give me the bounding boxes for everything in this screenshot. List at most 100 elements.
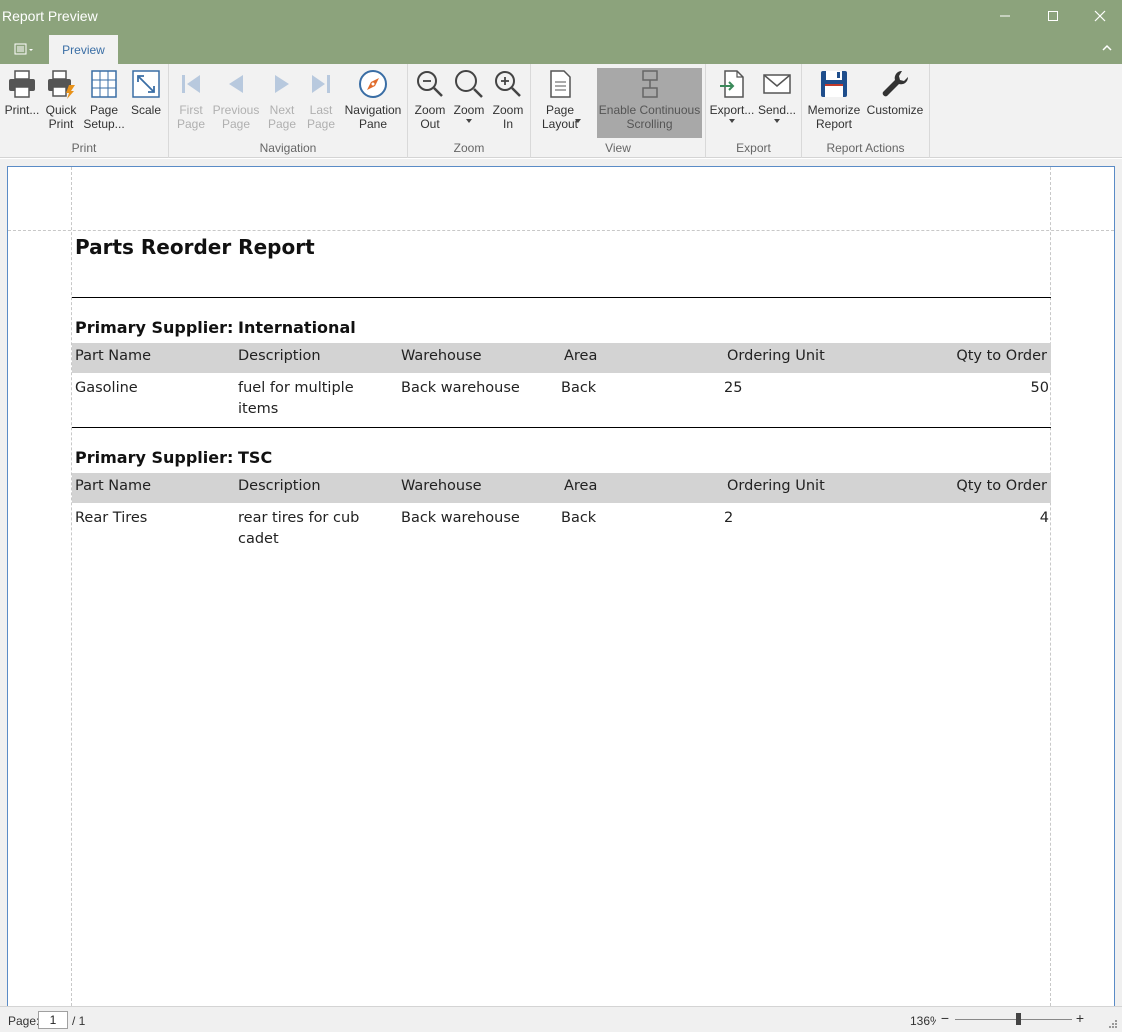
application-menu-button[interactable]: [10, 40, 36, 58]
page-layout-icon: [544, 68, 576, 100]
status-bar: Page: / 1 136% − +: [0, 1006, 1122, 1032]
print-button[interactable]: Print...: [4, 68, 40, 138]
part-name-cell: Gasoline: [75, 380, 138, 396]
supplier-name: TSC: [238, 448, 273, 467]
quick-print-icon: [45, 68, 77, 100]
warehouse-cell: Back warehouse: [401, 510, 520, 526]
description-cell-line-2: items: [238, 401, 279, 417]
maximize-button[interactable]: [1040, 5, 1066, 27]
continuous-scrolling-icon: [634, 68, 666, 100]
part-name-cell: Rear Tires: [75, 510, 148, 526]
chevron-down-icon: [466, 119, 472, 123]
report-page: Parts Reorder Report Primary Supplier: I…: [7, 166, 1115, 1006]
envelope-icon: [761, 68, 793, 100]
chevron-up-icon: [1102, 44, 1112, 51]
column-header-qty-to-order: Qty to Order: [956, 478, 1047, 494]
collapse-ribbon-button[interactable]: [1100, 41, 1114, 55]
zoom-in-button[interactable]: Zoom In: [490, 68, 526, 138]
column-header-description: Description: [238, 348, 321, 364]
continuous-scrolling-button[interactable]: Enable Continuous Scrolling: [597, 68, 702, 138]
last-page-button[interactable]: Last Page: [303, 68, 339, 138]
right-margin-guide: [1050, 167, 1051, 1006]
column-header-ordering-unit: Ordering Unit: [727, 348, 825, 364]
floppy-disk-icon: [818, 68, 850, 100]
scale-arrows-icon: [130, 68, 162, 100]
first-page-button[interactable]: First Page: [173, 68, 209, 138]
export-chevron-down-icon: [729, 119, 735, 123]
qty-to-order-cell: 4: [1039, 510, 1049, 526]
ribbon: Print... Quick Print Page Setup... Scale…: [0, 64, 1122, 158]
memorize-report-button[interactable]: Memorize Report: [806, 68, 862, 138]
navigation-pane-button[interactable]: Navigation Pane: [342, 68, 404, 138]
supplier-name: International: [238, 318, 356, 337]
customize-button[interactable]: Customize: [865, 68, 925, 138]
zoom-slider-track[interactable]: [955, 1019, 1072, 1020]
first-page-icon: [175, 68, 207, 100]
send-button[interactable]: Send...: [757, 68, 797, 138]
scale-button[interactable]: Scale: [128, 68, 164, 138]
title-bar: Report Preview: [0, 0, 1122, 34]
zoom-out-button[interactable]: Zoom Out: [412, 68, 448, 138]
zoom-out-small-button[interactable]: −: [940, 1010, 950, 1026]
group-label-print: Print: [71, 141, 97, 155]
description-cell-line-1: fuel for multiple: [238, 380, 354, 396]
group-divider: [72, 427, 1051, 428]
column-header-part-name: Part Name: [75, 348, 152, 364]
printer-icon: [6, 68, 38, 100]
qty-to-order-cell: 50: [1030, 380, 1049, 396]
export-button[interactable]: Export...: [710, 68, 754, 138]
page-setup-grid-icon: [88, 68, 120, 100]
zoom-in-small-button[interactable]: +: [1074, 1010, 1086, 1026]
resize-grip-icon[interactable]: [1108, 1019, 1118, 1029]
page-number-input[interactable]: [38, 1011, 68, 1029]
column-header-area: Area: [564, 348, 598, 364]
ribbon-group-export: Export... Send... Export: [706, 64, 802, 158]
send-chevron-down-icon: [774, 119, 780, 123]
magnifier-icon: [453, 68, 485, 100]
zoom-button[interactable]: Zoom: [451, 68, 487, 138]
column-header-warehouse: Warehouse: [401, 478, 482, 494]
close-button[interactable]: [1087, 5, 1113, 27]
ordering-unit-cell: 2: [724, 510, 734, 526]
column-header-qty-to-order: Qty to Order: [956, 348, 1047, 364]
zoom-out-icon: [414, 68, 446, 100]
ribbon-group-print: Print... Quick Print Page Setup... Scale…: [0, 64, 169, 158]
compass-icon: [357, 68, 389, 100]
last-page-icon: [305, 68, 337, 100]
ordering-unit-cell: 25: [724, 380, 743, 396]
left-margin-guide: [71, 167, 72, 1006]
column-header-description: Description: [238, 478, 321, 494]
previous-page-icon: [220, 68, 252, 100]
export-document-icon: [716, 68, 748, 100]
ribbon-group-view: Page Layout Enable Continuous Scrolling …: [531, 64, 706, 158]
column-header-area: Area: [564, 478, 598, 494]
window-title: Report Preview: [2, 8, 98, 24]
report-title: Parts Reorder Report: [75, 235, 315, 259]
group-label-zoom: Zoom: [453, 141, 485, 155]
page-setup-button[interactable]: Page Setup...: [83, 68, 125, 138]
supplier-label: Primary Supplier:: [75, 448, 234, 467]
column-header-part-name: Part Name: [75, 478, 152, 494]
page-label: Page:: [8, 1014, 40, 1028]
zoom-in-icon: [492, 68, 524, 100]
column-header-row: Part Name Description Warehouse Area Ord…: [72, 473, 1051, 503]
minimize-icon: [1000, 15, 1010, 17]
app-menu-icon: [14, 43, 33, 55]
page-layout-button[interactable]: Page Layout: [535, 68, 585, 138]
tab-preview[interactable]: Preview: [49, 35, 118, 64]
group-label-export: Export: [736, 141, 771, 155]
warehouse-cell: Back warehouse: [401, 380, 520, 396]
minimize-button[interactable]: [992, 5, 1018, 27]
column-header-warehouse: Warehouse: [401, 348, 482, 364]
previous-page-button[interactable]: Previous Page: [212, 68, 260, 138]
area-cell: Back: [561, 510, 597, 526]
document-area[interactable]: Parts Reorder Report Primary Supplier: I…: [0, 159, 1122, 1006]
zoom-slider-thumb[interactable]: [1016, 1013, 1022, 1025]
quick-print-button[interactable]: Quick Print: [42, 68, 80, 138]
page-layout-chevron-down-icon: [575, 119, 581, 123]
page-total: / 1: [72, 1014, 86, 1028]
close-icon: [1094, 10, 1106, 22]
next-page-button[interactable]: Next Page: [263, 68, 301, 138]
ribbon-group-report-actions: Memorize Report Customize Report Actions: [802, 64, 930, 158]
description-cell-line-1: rear tires for cub: [238, 510, 360, 526]
